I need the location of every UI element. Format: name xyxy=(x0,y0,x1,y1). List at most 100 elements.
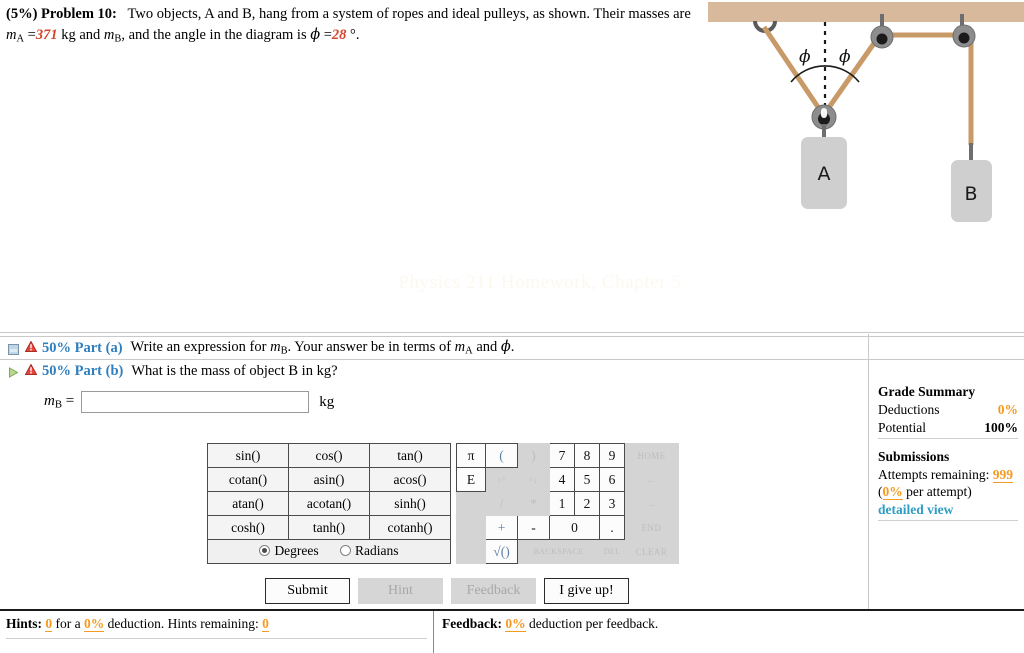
per-attempt-value: 0% xyxy=(882,484,903,501)
key-cotan[interactable]: cotan() xyxy=(207,467,289,492)
deductions-label: Deductions xyxy=(878,402,940,418)
key-tan[interactable]: tan() xyxy=(369,443,451,468)
keypad-row: sin() cos() tan() xyxy=(207,443,451,468)
part-row-b[interactable]: 50% Part (b) What is the mass of object … xyxy=(0,359,1024,382)
key-open-paren[interactable]: ( xyxy=(485,443,518,468)
key-superscript-down[interactable]: ^↓ xyxy=(517,467,550,492)
key-multiply[interactable]: * xyxy=(517,491,550,516)
potential-row: Potential 100% xyxy=(878,419,1018,436)
key-acotan[interactable]: acotan() xyxy=(288,491,370,516)
hints-remaining: 0 xyxy=(262,616,269,632)
answer-unit: kg xyxy=(319,393,335,410)
key-divide[interactable]: / xyxy=(485,491,518,516)
hint-button[interactable]: Hint xyxy=(358,578,443,604)
minimize-icon[interactable] xyxy=(8,343,19,355)
key-atan[interactable]: atan() xyxy=(207,491,289,516)
hints-pane: Hints: 0 for a 0% deduction. Hints remai… xyxy=(0,611,434,653)
problem-body-text-2: and xyxy=(79,27,101,44)
key-cos[interactable]: cos() xyxy=(288,443,370,468)
give-up-button[interactable]: I give up! xyxy=(544,578,629,604)
key-blank-2 xyxy=(456,515,486,540)
key-sqrt[interactable]: √() xyxy=(485,539,518,564)
period: . xyxy=(355,27,360,44)
part-a-var3-symbol: ϕ xyxy=(500,339,511,356)
per-attempt-prefix: ( xyxy=(878,484,883,500)
key-clear[interactable]: CLEAR xyxy=(624,539,679,564)
radio-degrees[interactable]: Degrees xyxy=(259,543,319,559)
key-minus[interactable]: - xyxy=(517,515,550,540)
part-a-var-sub: B xyxy=(280,345,288,357)
part-a-question-mid: . Your answer be in terms of xyxy=(287,339,452,356)
mass-a-subscript: A xyxy=(16,33,25,45)
grade-summary-panel: Grade Summary Deductions 0% Potential 10… xyxy=(878,383,1018,521)
answer-var-sub: B xyxy=(54,398,63,411)
feedback-button[interactable]: Feedback xyxy=(451,578,536,604)
sidebar-divider xyxy=(868,334,869,609)
part-a-question-and: and xyxy=(476,339,498,356)
hints-mid-text: for a xyxy=(55,616,81,631)
key-arrow-left[interactable]: ← xyxy=(624,467,679,492)
part-b-weight-label: 50% Part (b) xyxy=(42,363,123,380)
warning-icon xyxy=(24,339,38,357)
answer-input[interactable] xyxy=(81,391,310,413)
part-a-var2-symbol: m xyxy=(454,339,466,356)
hints-count[interactable]: 0 xyxy=(45,616,53,632)
key-pi[interactable]: π xyxy=(456,443,486,468)
key-tanh[interactable]: tanh() xyxy=(288,515,370,540)
deductions-row: Deductions 0% xyxy=(878,401,1018,418)
per-attempt-row: (0% per attempt) xyxy=(878,483,1018,501)
key-7[interactable]: 7 xyxy=(549,443,575,468)
key-e[interactable]: E xyxy=(456,467,486,492)
key-backspace[interactable]: BACKSPACE xyxy=(517,539,600,564)
feedback-text: deduction per feedback. xyxy=(529,616,659,631)
part-a-name: Part (a) xyxy=(74,339,123,356)
detailed-view-link[interactable]: detailed view xyxy=(878,501,1018,518)
radio-radians-indicator[interactable] xyxy=(340,545,352,557)
part-b-weight: 50% xyxy=(42,362,71,379)
key-asin[interactable]: asin() xyxy=(288,467,370,492)
keypad-row: atan() acotan() sinh() xyxy=(207,491,451,516)
problem-percent: (5%) xyxy=(6,6,38,22)
key-sin[interactable]: sin() xyxy=(207,443,289,468)
part-a-weight-label: 50% Part (a) xyxy=(42,340,123,357)
key-3[interactable]: 3 xyxy=(599,491,625,516)
keypad-row: √() BACKSPACE DEL CLEAR xyxy=(456,539,679,564)
key-superscript-up[interactable]: ↑^ xyxy=(485,467,518,492)
key-8[interactable]: 8 xyxy=(574,443,600,468)
key-acos[interactable]: acos() xyxy=(369,467,451,492)
key-cosh[interactable]: cosh() xyxy=(207,515,289,540)
hints-deduction: 0% xyxy=(84,616,105,632)
attempts-label: Attempts remaining: xyxy=(878,467,990,483)
key-9[interactable]: 9 xyxy=(599,443,625,468)
rope-left xyxy=(761,25,825,115)
key-6[interactable]: 6 xyxy=(599,467,625,492)
key-del[interactable]: DEL xyxy=(599,539,625,564)
part-row-a[interactable]: 50% Part (a) Write an expression for mB.… xyxy=(0,336,1024,359)
key-0[interactable]: 0 xyxy=(549,515,600,540)
part-a-var2-sub: A xyxy=(465,345,473,357)
answer-equals: = xyxy=(65,393,75,410)
key-close-paren[interactable]: ) xyxy=(517,443,550,468)
key-4[interactable]: 4 xyxy=(549,467,575,492)
submit-button[interactable]: Submit xyxy=(265,578,350,604)
key-sinh[interactable]: sinh() xyxy=(369,491,451,516)
radio-radians[interactable]: Radians xyxy=(340,543,399,559)
expand-arrow-icon[interactable] xyxy=(8,366,19,378)
background-watermark: Physics 211 Homework, Chapter 5 xyxy=(398,272,682,293)
key-2[interactable]: 2 xyxy=(574,491,600,516)
bottom-status-bar: Hints: 0 for a 0% deduction. Hints remai… xyxy=(0,609,1024,653)
angle-label-right: ϕ xyxy=(839,47,851,67)
equals-sign-a: = xyxy=(27,27,36,44)
key-end[interactable]: END xyxy=(624,515,679,540)
key-cotanh[interactable]: cotanh() xyxy=(369,515,451,540)
keypad-row: π ( ) 7 8 9 HOME xyxy=(456,443,679,468)
keypad-row: + - 0 . END xyxy=(456,515,679,540)
key-decimal[interactable]: . xyxy=(599,515,625,540)
key-home[interactable]: HOME xyxy=(624,443,679,468)
key-arrow-right[interactable]: → xyxy=(624,491,679,516)
pulley-fixed-1-hub xyxy=(876,33,888,45)
key-plus[interactable]: + xyxy=(485,515,518,540)
key-1[interactable]: 1 xyxy=(549,491,575,516)
radio-degrees-indicator[interactable] xyxy=(259,545,271,557)
key-5[interactable]: 5 xyxy=(574,467,600,492)
